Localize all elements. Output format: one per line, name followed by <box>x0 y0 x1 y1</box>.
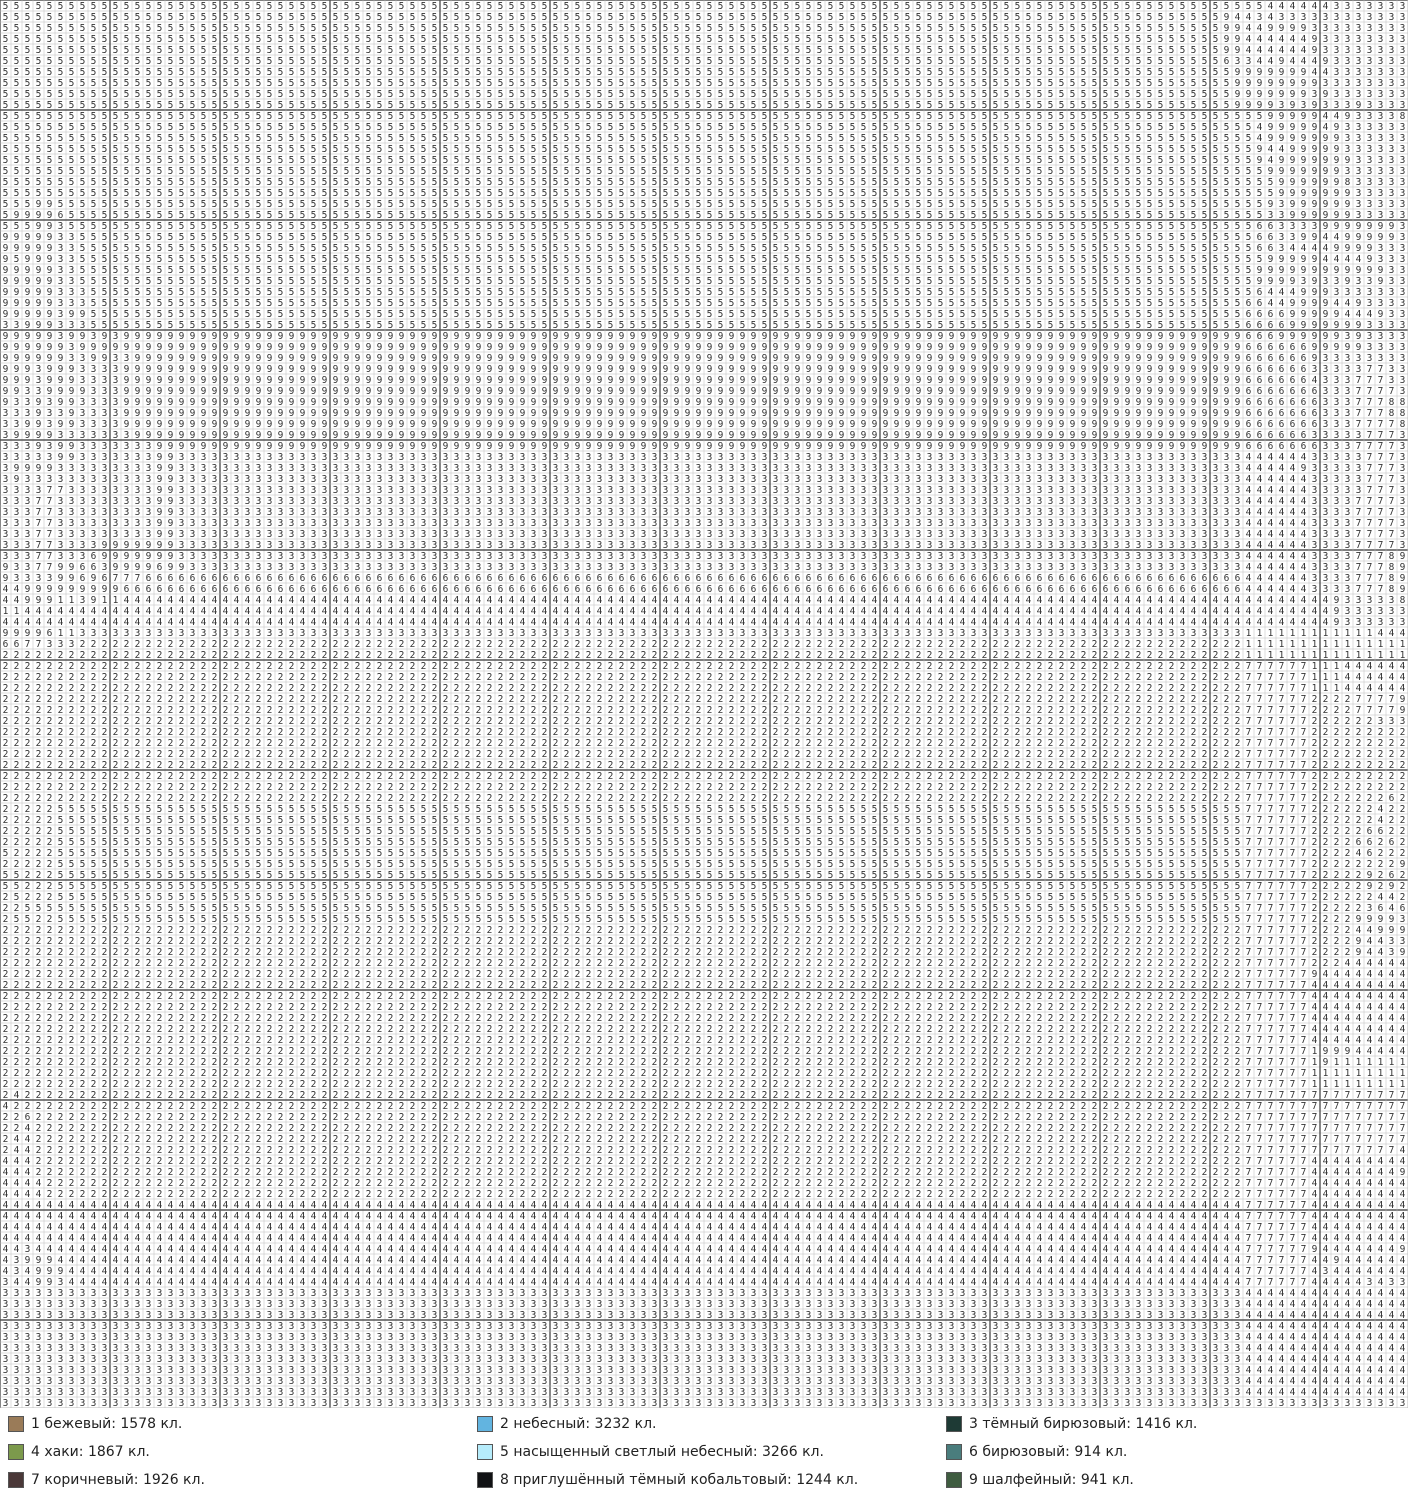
legend-label-1: 1 бежевый: 1578 кл. <box>31 1416 183 1432</box>
legend-item-7: 7 коричневый: 1926 кл. <box>8 1470 205 1490</box>
legend-label-7: 7 коричневый: 1926 кл. <box>31 1472 205 1488</box>
legend-item-6: 6 бирюзовый: 914 кл. <box>946 1442 1127 1462</box>
legend-item-2: 2 небесный: 3232 кл. <box>477 1414 656 1434</box>
legend-label-2: 2 небесный: 3232 кл. <box>500 1416 657 1432</box>
color-legend: 1 бежевый: 1578 кл. 2 небесный: 3232 кл.… <box>0 1408 1408 1508</box>
legend-label-5: 5 насыщенный светлый небесный: 3266 кл. <box>500 1444 824 1460</box>
legend-item-1: 1 бежевый: 1578 кл. <box>8 1414 182 1434</box>
legend-item-5: 5 насыщенный светлый небесный: 3266 кл. <box>477 1442 824 1462</box>
legend-label-3: 3 тёмный бирюзовый: 1416 кл. <box>969 1416 1198 1432</box>
legend-swatch-6 <box>946 1444 962 1460</box>
legend-item-9: 9 шалфейный: 941 кл. <box>946 1470 1134 1490</box>
number-grid: 5555555555555555555555555555555555555555… <box>0 0 1408 1408</box>
legend-swatch-7 <box>8 1472 24 1488</box>
legend-swatch-8 <box>477 1472 493 1488</box>
legend-swatch-5 <box>477 1444 493 1460</box>
legend-swatch-1 <box>8 1416 24 1432</box>
legend-swatch-3 <box>946 1416 962 1432</box>
legend-swatch-2 <box>477 1416 493 1432</box>
legend-label-9: 9 шалфейный: 941 кл. <box>969 1472 1134 1488</box>
legend-item-8: 8 приглушённый тёмный кобальтовый: 1244 … <box>477 1470 858 1490</box>
legend-item-4: 4 хаки: 1867 кл. <box>8 1442 150 1462</box>
legend-label-6: 6 бирюзовый: 914 кл. <box>969 1444 1128 1460</box>
legend-swatch-4 <box>8 1444 24 1460</box>
legend-label-4: 4 хаки: 1867 кл. <box>31 1444 150 1460</box>
legend-swatch-9 <box>946 1472 962 1488</box>
grid-svg: 5555555555555555555555555555555555555555… <box>0 0 1408 1408</box>
legend-label-8: 8 приглушённый тёмный кобальтовый: 1244 … <box>500 1472 859 1488</box>
legend-item-3: 3 тёмный бирюзовый: 1416 кл. <box>946 1414 1197 1434</box>
